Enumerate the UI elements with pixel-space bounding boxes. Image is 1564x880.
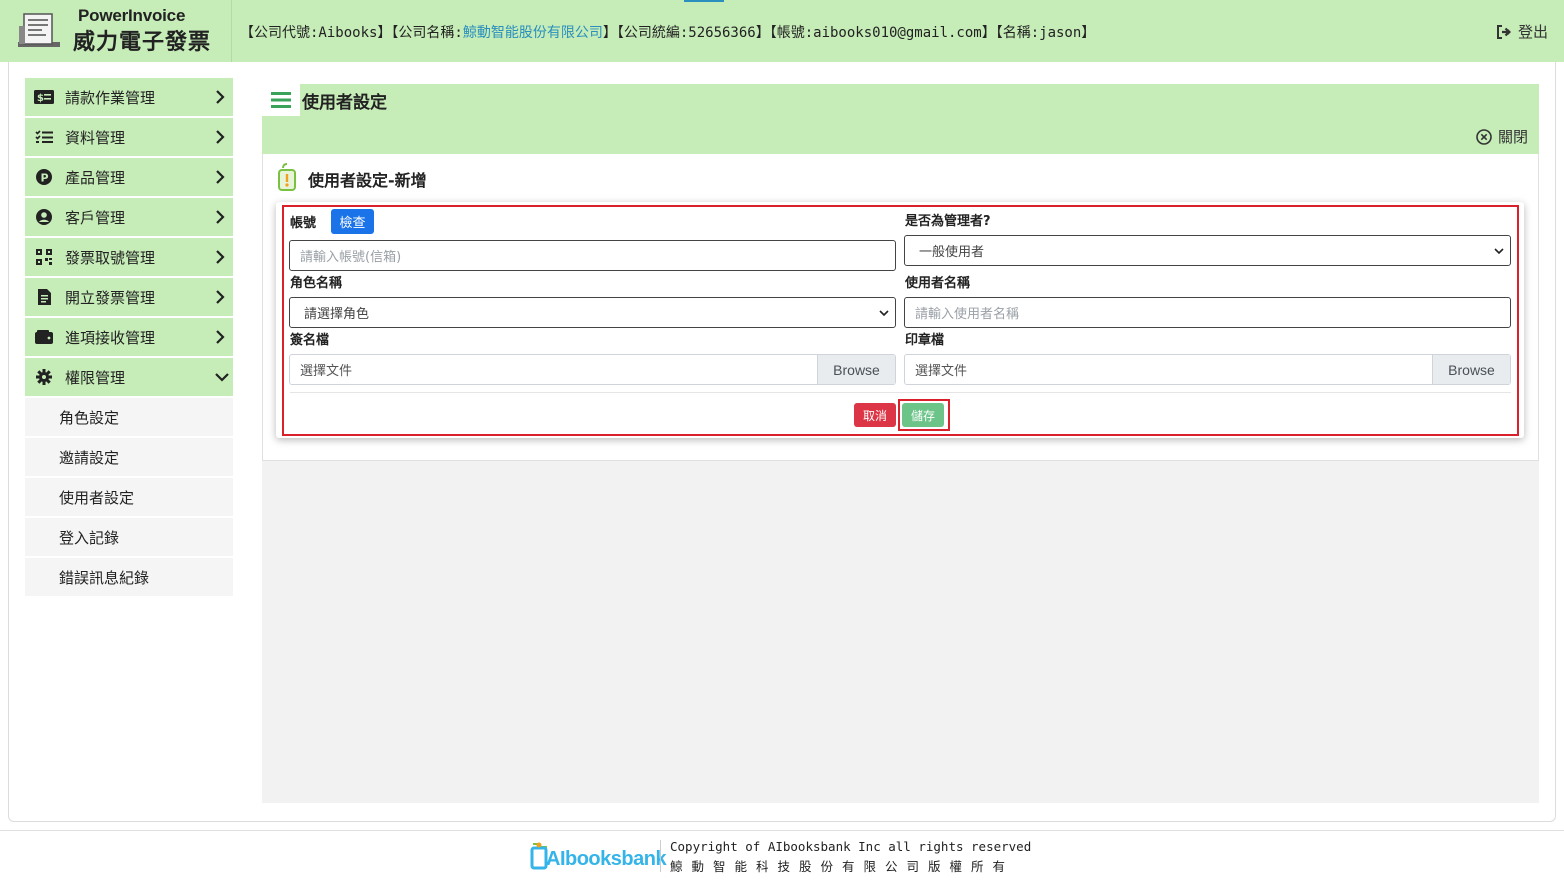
sidebar-item-input-receiving[interactable]: 進項接收管理 xyxy=(25,318,233,356)
is-admin-value: 一般使用者 xyxy=(919,245,985,260)
svg-text:P: P xyxy=(41,172,49,185)
page-title: 使用者設定 xyxy=(302,93,387,113)
sign-out-icon xyxy=(1496,25,1511,39)
account-input[interactable]: 請輸入帳號(信箱) xyxy=(289,240,896,271)
account-label: 帳號 xyxy=(290,216,317,231)
top-header: PowerInvoice 威力電子發票 【公司代號:Aibooks】【公司名稱:… xyxy=(0,0,1564,62)
signature-label: 簽名檔 xyxy=(290,333,330,348)
chevron-right-icon xyxy=(216,90,225,104)
save-button[interactable]: 儲存 xyxy=(902,403,944,427)
chevron-right-icon xyxy=(216,210,225,224)
user-circle-icon xyxy=(33,208,55,226)
app-logo[interactable]: PowerInvoice 威力電子發票 xyxy=(0,0,232,62)
sidebar-item-permissions[interactable]: 權限管理 xyxy=(25,358,233,396)
invoice-dollar-icon: $ xyxy=(33,88,55,106)
footer-divider xyxy=(0,830,1564,831)
role-select[interactable]: 請選擇角色 xyxy=(289,297,896,328)
sidebar-item-label: 產品管理 xyxy=(65,168,126,187)
chevron-right-icon xyxy=(216,330,225,344)
company-name-link[interactable]: 鯨動智能股份有限公司 xyxy=(463,25,603,41)
panel-title: 使用者設定-新增 xyxy=(308,171,427,190)
logout-button[interactable]: 登出 xyxy=(1496,21,1548,42)
form-divider xyxy=(290,392,1511,393)
close-circle-icon xyxy=(1476,128,1492,145)
gear-icon xyxy=(33,368,55,386)
sidebar-subitem-roles[interactable]: 角色設定 xyxy=(25,398,233,436)
sidebar-item-label: 開立發票管理 xyxy=(65,288,156,307)
is-admin-label: 是否為管理者? xyxy=(905,214,991,229)
sidebar: $ 請款作業管理 資料管理 P 產品管理 客戶管理 發票取號管理 開立發票管理 … xyxy=(25,78,233,598)
product-p-icon: P xyxy=(33,168,55,186)
footer-copyright: Copyright of AIbooksbank Inc all rights … xyxy=(670,839,1032,854)
company-info-suffix: 】【公司統編:52656366】【帳號:aibooks010@gmail.com… xyxy=(602,25,1096,41)
sidebar-item-label: 權限管理 xyxy=(65,368,126,387)
sidebar-item-label: 進項接收管理 xyxy=(65,328,156,347)
chevron-down-icon xyxy=(1494,248,1504,255)
role-label: 角色名稱 xyxy=(290,276,343,291)
sidebar-item-products[interactable]: P 產品管理 xyxy=(25,158,233,196)
user-add-icon xyxy=(278,163,296,191)
cancel-button[interactable]: 取消 xyxy=(854,403,896,427)
list-check-icon xyxy=(33,128,55,146)
seal-browse-button[interactable]: Browse xyxy=(1432,355,1510,384)
username-label: 使用者名稱 xyxy=(905,276,971,291)
chevron-right-icon xyxy=(216,290,225,304)
seal-file-input[interactable]: 選擇文件 Browse xyxy=(904,354,1511,385)
close-button[interactable]: 關閉 xyxy=(1476,126,1528,147)
chevron-right-icon xyxy=(216,130,225,144)
seal-label: 印章檔 xyxy=(905,333,945,348)
title-bar xyxy=(262,84,1539,154)
check-button[interactable]: 檢查 xyxy=(331,209,374,234)
logo-text-en: PowerInvoice xyxy=(78,6,186,25)
sidebar-subitem-users[interactable]: 使用者設定 xyxy=(25,478,233,516)
sidebar-item-data[interactable]: 資料管理 xyxy=(25,118,233,156)
chevron-right-icon xyxy=(216,250,225,264)
sidebar-item-billing[interactable]: $ 請款作業管理 xyxy=(25,78,233,116)
sidebar-item-customers[interactable]: 客戶管理 xyxy=(25,198,233,236)
top-tab-marker xyxy=(684,0,724,2)
close-label: 關閉 xyxy=(1497,128,1528,146)
file-invoice-icon xyxy=(33,288,55,306)
chevron-down-icon xyxy=(879,310,889,317)
sidebar-item-label: 請款作業管理 xyxy=(65,88,156,107)
qrcode-icon xyxy=(33,248,55,266)
signature-browse-button[interactable]: Browse xyxy=(817,355,895,384)
signature-file-input[interactable]: 選擇文件 Browse xyxy=(289,354,896,385)
username-input[interactable]: 請輸入使用者名稱 xyxy=(904,297,1511,328)
footer-copyright-zh: 鯨動智能科技股份有限公司版權所有 xyxy=(670,859,1015,874)
sidebar-item-label: 資料管理 xyxy=(65,128,126,147)
chevron-down-icon xyxy=(215,373,229,382)
footer-separator xyxy=(660,840,661,872)
logo-text-zh: 威力電子發票 xyxy=(73,30,212,55)
menu-toggle-button[interactable] xyxy=(262,84,300,116)
sidebar-subitem-invites[interactable]: 邀請設定 xyxy=(25,438,233,476)
sidebar-item-label: 客戶管理 xyxy=(65,208,126,227)
role-value: 請選擇角色 xyxy=(304,307,370,322)
logout-label: 登出 xyxy=(1517,23,1548,41)
sidebar-subitem-error-log[interactable]: 錯誤訊息紀錄 xyxy=(25,558,233,596)
chevron-right-icon xyxy=(216,170,225,184)
sidebar-subitem-login-log[interactable]: 登入記錄 xyxy=(25,518,233,556)
signature-placeholder: 選擇文件 xyxy=(300,364,353,379)
company-info-prefix: 【公司代號:Aibooks】【公司名稱: xyxy=(240,25,463,41)
svg-text:$: $ xyxy=(37,93,44,104)
invoice-logo-icon xyxy=(18,13,60,47)
sidebar-item-issue-invoice[interactable]: 開立發票管理 xyxy=(25,278,233,316)
sidebar-item-invoice-number[interactable]: 發票取號管理 xyxy=(25,238,233,276)
footer-brand: AIbooksbank xyxy=(546,848,667,870)
seal-placeholder: 選擇文件 xyxy=(915,364,968,379)
content-background xyxy=(262,460,1539,803)
wallet-icon xyxy=(33,328,55,346)
hamburger-icon xyxy=(271,92,291,108)
sidebar-item-label: 發票取號管理 xyxy=(65,248,156,267)
is-admin-select[interactable]: 一般使用者 xyxy=(904,235,1511,266)
company-info: 【公司代號:Aibooks】【公司名稱:鯨動智能股份有限公司】【公司統編:526… xyxy=(240,22,1095,42)
